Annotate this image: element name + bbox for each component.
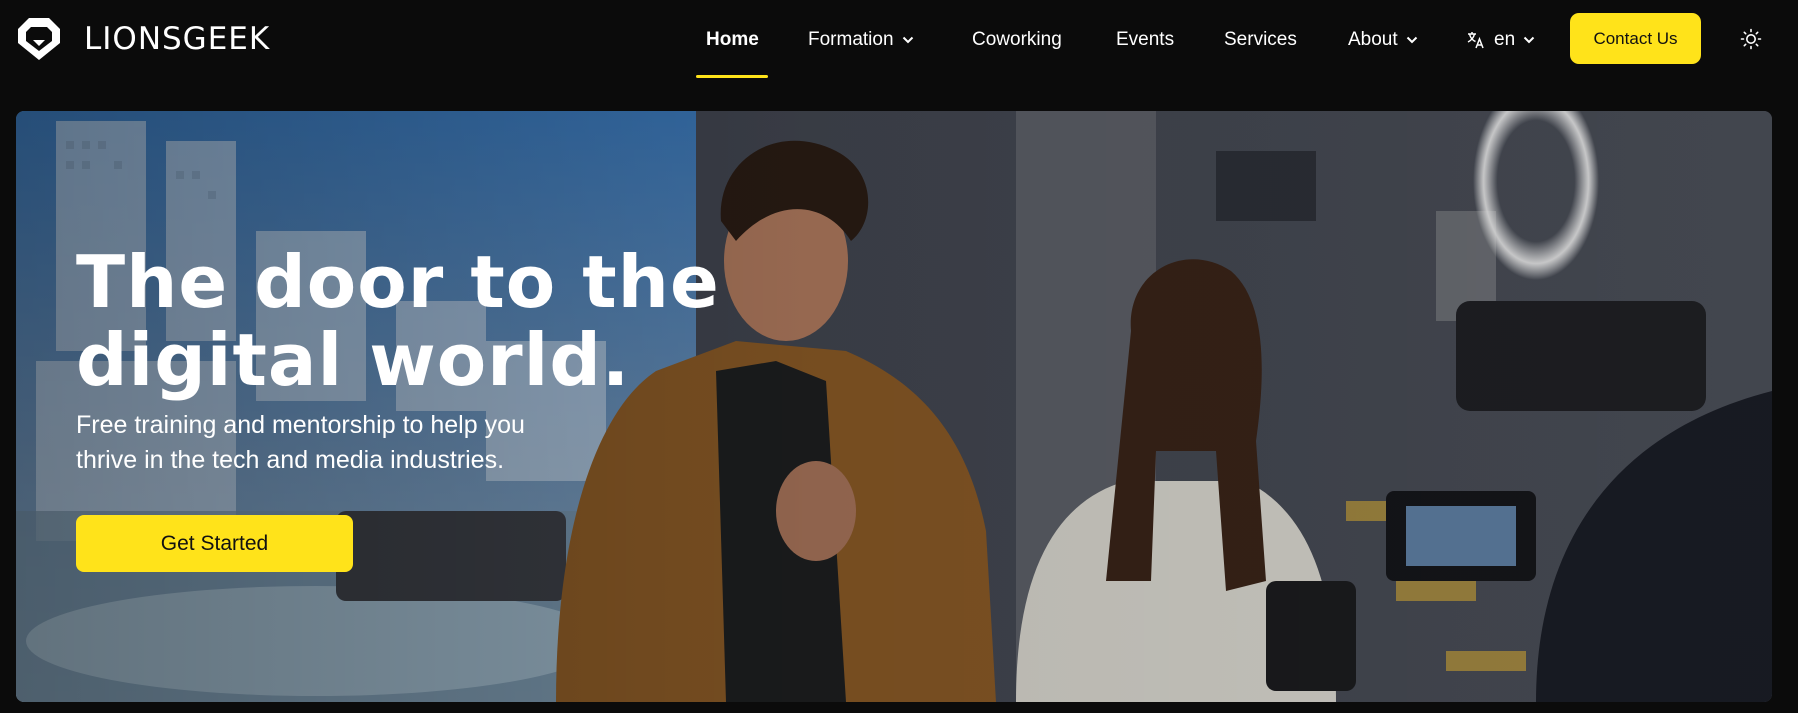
hero-overlay	[16, 111, 1772, 702]
brand-name: LIONSGEEK	[84, 21, 271, 57]
site-header: LIONSGEEK Home Formation Coworking Event…	[0, 0, 1798, 80]
nav-events[interactable]: Events	[1116, 26, 1174, 54]
chevron-down-icon	[902, 36, 913, 44]
nav-about-label: About	[1348, 29, 1398, 50]
nav-coworking-label: Coworking	[972, 29, 1062, 50]
hero-title: The door to the digital world.	[76, 243, 796, 399]
hero-title-line-1: The door to the	[76, 240, 720, 324]
nav-formation-label: Formation	[808, 29, 894, 50]
hero-section: The door to the digital world. Free trai…	[16, 111, 1772, 702]
language-label: en	[1494, 29, 1516, 50]
nav-formation[interactable]: Formation	[808, 26, 914, 54]
lion-logo-icon	[18, 18, 60, 60]
nav-events-label: Events	[1116, 29, 1175, 50]
logo-link[interactable]: LIONSGEEK	[16, 16, 270, 62]
hero-title-line-2: digital world.	[76, 318, 631, 402]
translate-icon	[1467, 32, 1484, 49]
nav-services[interactable]: Services	[1224, 26, 1297, 54]
theme-toggle-button[interactable]	[1738, 26, 1764, 52]
language-selector[interactable]: en	[1466, 26, 1535, 54]
sun-icon	[1740, 28, 1762, 50]
chevron-down-icon	[1406, 36, 1417, 44]
contact-us-button[interactable]: Contact Us	[1570, 13, 1701, 64]
active-nav-indicator	[696, 75, 768, 78]
nav-home[interactable]: Home	[706, 26, 759, 54]
hero-subtitle-line-2: thrive in the tech and media industries.	[76, 446, 505, 474]
nav-coworking[interactable]: Coworking	[972, 26, 1062, 54]
hero-subtitle: Free training and mentorship to help you…	[76, 408, 616, 478]
chevron-down-icon	[1523, 36, 1535, 44]
nav-about[interactable]: About	[1348, 26, 1418, 54]
get-started-button[interactable]: Get Started	[76, 515, 353, 572]
nav-home-label: Home	[706, 29, 759, 50]
hero-subtitle-line-1: Free training and mentorship to help you	[76, 411, 525, 439]
nav-services-label: Services	[1224, 29, 1297, 50]
